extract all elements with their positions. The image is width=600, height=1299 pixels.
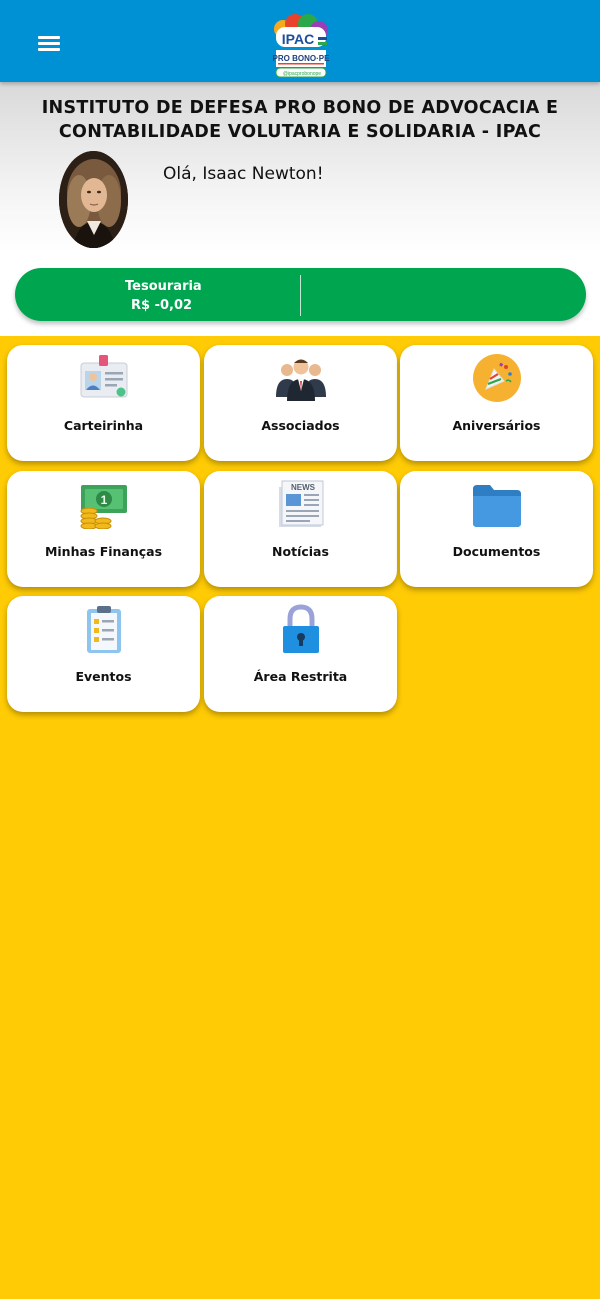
- tile-label: Associados: [261, 418, 340, 433]
- clipboard-checklist-icon: [87, 606, 121, 653]
- newspaper-icon: NEWS: [279, 480, 324, 527]
- tile-area-restrita[interactable]: Área Restrita: [204, 596, 397, 712]
- tile-aniversarios[interactable]: Aniversários: [400, 345, 593, 461]
- logo-handle: @ipacprobonope: [283, 71, 321, 77]
- tile-noticias[interactable]: NEWS Notícias: [204, 471, 397, 587]
- treasury-title: Tesouraria: [125, 279, 202, 294]
- svg-text:1: 1: [101, 493, 108, 507]
- money-coins-icon: 1: [80, 485, 127, 529]
- tile-label: Eventos: [75, 669, 132, 684]
- tile-label: Documentos: [452, 544, 541, 559]
- people-group-icon: [276, 359, 326, 401]
- tile-eventos[interactable]: Eventos: [7, 596, 200, 712]
- tile-carteirinha[interactable]: Carteirinha: [7, 345, 200, 461]
- tile-label: Carteirinha: [63, 418, 144, 433]
- organization-name: INSTITUTO DE DEFESA PRO BONO DE ADVOCACI…: [41, 98, 559, 142]
- tile-label: Notícias: [272, 544, 329, 559]
- tile-label: Área Restrita: [253, 669, 348, 684]
- id-card-icon: [80, 355, 128, 398]
- logo-subtitle: PRO BONO·PE: [273, 54, 331, 63]
- app-header: IPAC PRO BONO·PE @ipacprobonope: [0, 0, 600, 82]
- tile-minhas-financas[interactable]: 1 Minhas Finanças: [7, 471, 200, 587]
- folder-icon: [473, 485, 521, 527]
- treasury-balance: R$ -0,02: [131, 298, 193, 313]
- ipac-logo: IPAC PRO BONO·PE @ipacprobonope: [273, 14, 331, 78]
- greeting-text: Olá, Isaac Newton!: [163, 164, 324, 184]
- party-popper-icon: [473, 354, 521, 402]
- treasury-card[interactable]: Tesouraria R$ -0,02: [15, 268, 586, 321]
- logo-text: IPAC: [282, 31, 314, 47]
- treasury-divider: [300, 275, 301, 316]
- svg-text:NEWS: NEWS: [291, 483, 316, 492]
- tile-documentos[interactable]: Documentos: [400, 471, 593, 587]
- avatar: [59, 151, 128, 248]
- tile-label: Aniversários: [452, 418, 541, 433]
- padlock-icon: [283, 604, 319, 653]
- tile-label: Minhas Finanças: [44, 544, 163, 559]
- profile-section: INSTITUTO DE DEFESA PRO BONO DE ADVOCACI…: [0, 82, 600, 336]
- tile-associados[interactable]: Associados: [204, 345, 397, 461]
- hamburger-menu-icon[interactable]: [38, 36, 62, 54]
